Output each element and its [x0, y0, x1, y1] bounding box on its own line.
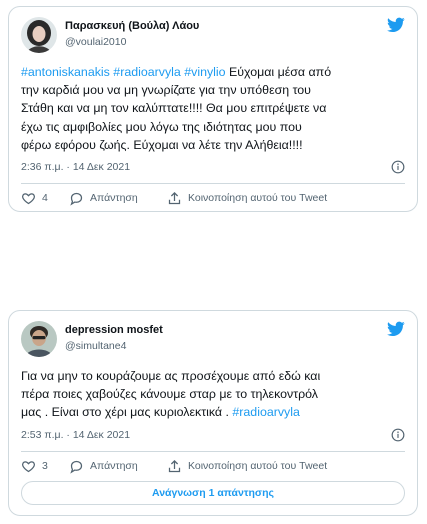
- twitter-bird-icon[interactable]: [387, 321, 405, 337]
- tweet-text-line: την καρδιά μου να μη γνωρίζατε για την υ…: [21, 83, 311, 98]
- tweet-text-line: #antoniskanakis #radioarvyla #vinylio Εύ…: [21, 63, 407, 81]
- author-name[interactable]: Παρασκευή (Βούλα) Λάου: [65, 20, 199, 32]
- avatar[interactable]: [21, 321, 57, 357]
- read-replies-button[interactable]: Ανάγνωση 1 απάντησης: [21, 481, 405, 505]
- like-count: 3: [42, 460, 48, 472]
- avatar[interactable]: [21, 17, 57, 53]
- timestamp[interactable]: 2:53 π.μ. · 14 Δεκ 2021: [21, 429, 130, 441]
- hashtag-link[interactable]: #radioarvyla: [232, 405, 300, 419]
- like-count: 4: [42, 192, 48, 204]
- reply-label: Απάντηση: [90, 192, 138, 204]
- tweet-actions: 3 Απάντηση Κοινοποίηση αυτού του Tweet: [21, 456, 405, 476]
- reply-button[interactable]: Απάντηση: [69, 456, 138, 476]
- author-handle[interactable]: @simultane4: [65, 340, 126, 352]
- timestamp[interactable]: 2:36 π.μ. · 14 Δεκ 2021: [21, 161, 130, 173]
- hashtag-link[interactable]: #antoniskanakis #radioarvyla #vinylio: [21, 65, 226, 79]
- text-span: Εύχομαι μέσα από: [225, 65, 332, 79]
- tweet-text-line: πέρα ποιες χαβούζες κάνουμε σταρ με το τ…: [21, 387, 318, 402]
- twitter-bird-icon[interactable]: [387, 17, 405, 33]
- tweet-text-line: Στάθη και να μη τον καλύπτατε!!!! Θα μου…: [21, 101, 327, 116]
- heart-icon: [21, 460, 36, 472]
- tweet-text: Για να μην το κουράζουμε ας προσέχουμε α…: [21, 367, 407, 422]
- reply-label: Απάντηση: [90, 460, 138, 472]
- reply-icon: [70, 192, 83, 206]
- author-name[interactable]: depression mosfet: [65, 324, 163, 336]
- share-label: Κοινοποίηση αυτού του Tweet: [188, 460, 328, 472]
- share-button[interactable]: Κοινοποίηση αυτού του Tweet: [167, 188, 327, 208]
- heart-icon: [21, 192, 36, 204]
- tweet-text-line: φέρω εφόρου ζωής. Εύχομαι να λέτε την Αλ…: [21, 137, 303, 152]
- tweet-text: #antoniskanakis #radioarvyla #vinylio Εύ…: [21, 63, 407, 154]
- like-button[interactable]: 4: [21, 188, 48, 208]
- text-span: μας . Είναι στο χέρι μας κυριολεκτικά .: [21, 405, 233, 420]
- share-label: Κοινοποίηση αυτού του Tweet: [188, 192, 328, 204]
- share-icon: [168, 459, 181, 472]
- info-icon[interactable]: [391, 160, 405, 174]
- tweet-card[interactable]: Παρασκευή (Βούλα) Λάου @voulai2010 #anto…: [8, 6, 418, 212]
- tweet-actions: 4 Απάντηση Κοινοποίηση αυτού του Tweet: [21, 188, 405, 208]
- tweet-text-line: μας . Είναι στο χέρι μας κυριολεκτικά . …: [21, 403, 407, 421]
- tweet-header: depression mosfet @simultane4: [21, 321, 405, 361]
- share-icon: [168, 191, 181, 204]
- share-button[interactable]: Κοινοποίηση αυτού του Tweet: [167, 456, 327, 476]
- divider: [21, 183, 405, 184]
- reply-icon: [70, 460, 83, 474]
- tweet-text-line: έχω τις αμφιβολίες μου λόγω της ιδιότητα…: [21, 119, 302, 134]
- divider: [21, 451, 405, 452]
- reply-button[interactable]: Απάντηση: [69, 188, 138, 208]
- tweet-header: Παρασκευή (Βούλα) Λάου @voulai2010: [21, 17, 405, 57]
- tweet-text-line: Για να μην το κουράζουμε ας προσέχουμε α…: [21, 369, 321, 383]
- like-button[interactable]: 3: [21, 456, 48, 476]
- tweet-card[interactable]: depression mosfet @simultane4 Για να μην…: [8, 310, 418, 516]
- info-icon[interactable]: [391, 428, 405, 442]
- author-handle[interactable]: @voulai2010: [65, 36, 126, 48]
